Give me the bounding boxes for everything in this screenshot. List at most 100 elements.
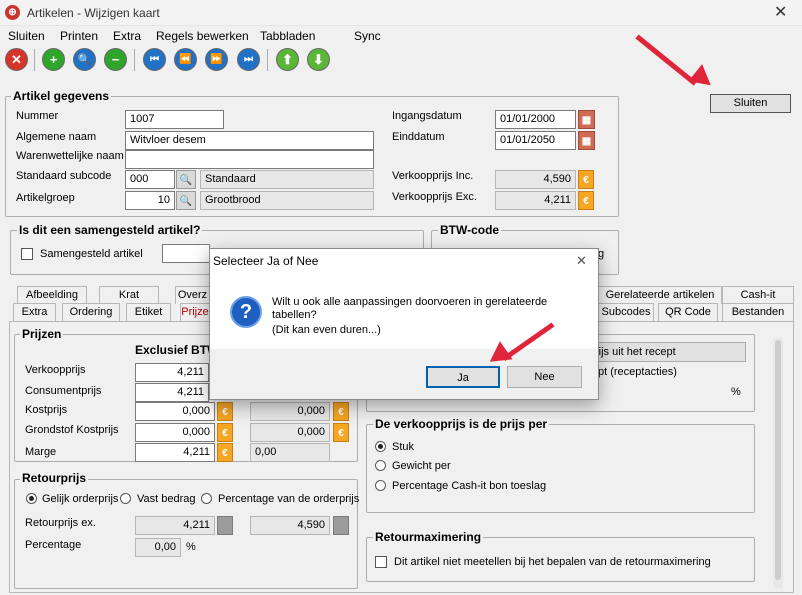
menu-tabbladen[interactable]: Tabbladen bbox=[260, 29, 315, 43]
artikelgroep-label: Artikelgroep bbox=[16, 192, 75, 204]
gewicht-per-label: Gewicht per bbox=[392, 460, 451, 472]
move-up-icon[interactable]: ⬆ bbox=[276, 48, 299, 71]
tab-qr-code[interactable]: QR Code bbox=[658, 303, 718, 321]
receptacties-label: pt (receptacties) bbox=[598, 366, 677, 378]
first-record-icon[interactable]: ⏮ bbox=[143, 48, 166, 71]
sluiten-button[interactable]: Sluiten bbox=[710, 94, 791, 113]
marge-incl-field: 0,00 bbox=[250, 443, 330, 462]
retourprijs-ex-field: 4,211 bbox=[135, 516, 215, 535]
euro-icon[interactable]: € bbox=[333, 423, 349, 442]
remove-icon[interactable]: − bbox=[104, 48, 127, 71]
verkoopprijs-inc-label: Verkoopprijs Inc. bbox=[392, 170, 474, 182]
grondstof-kostprijs-label: Grondstof Kostprijs bbox=[25, 424, 119, 436]
percentage-orderprijs-radio[interactable] bbox=[201, 493, 212, 504]
vast-bedrag-radio[interactable] bbox=[120, 493, 131, 504]
toolbar-separator bbox=[34, 49, 35, 71]
kostprijs-label: Kostprijs bbox=[25, 404, 68, 416]
close-record-icon[interactable]: ✕ bbox=[5, 48, 28, 71]
nummer-field[interactable]: 1007 bbox=[125, 110, 224, 129]
artikelgroep-lookup-icon[interactable]: 🔍 bbox=[176, 191, 196, 210]
cash-it-toeslag-label: Percentage Cash-it bon toeslag bbox=[392, 480, 547, 492]
tab-overzicht[interactable]: Overz bbox=[175, 286, 209, 304]
tab-prijzen[interactable]: Prijze bbox=[180, 303, 209, 321]
prijs-per-title: De verkoopprijs is de prijs per bbox=[373, 417, 550, 431]
no-button[interactable]: Nee bbox=[507, 366, 582, 388]
tab-ordering[interactable]: Ordering bbox=[62, 303, 120, 321]
scrollbar-thumb[interactable] bbox=[775, 340, 781, 580]
retourmaximering-checkbox[interactable] bbox=[375, 556, 387, 568]
menu-extra[interactable]: Extra bbox=[113, 29, 141, 43]
prijs-uit-recept-button[interactable]: rijs uit het recept bbox=[590, 342, 746, 362]
tab-subcodes[interactable]: Subcodes bbox=[598, 303, 654, 321]
euro-icon[interactable]: € bbox=[217, 443, 233, 462]
percentage-orderprijs-label: Percentage van de orderprijs bbox=[218, 493, 360, 505]
kostprijs-excl-field[interactable]: 0,000 bbox=[135, 402, 215, 421]
euro-icon[interactable]: € bbox=[333, 402, 349, 421]
previous-record-icon[interactable]: ⏪ bbox=[174, 48, 197, 71]
algemene-naam-field[interactable]: Witvloer desem bbox=[125, 131, 374, 150]
samengesteld-title: Is dit een samengesteld artikel? bbox=[17, 223, 203, 237]
verkoopprijs-exc-label: Verkoopprijs Exc. bbox=[392, 191, 477, 203]
marge-label: Marge bbox=[25, 446, 57, 458]
dialog-message: Wilt u ook alle aanpassingen doorvoeren … bbox=[272, 296, 548, 321]
gewicht-per-radio[interactable] bbox=[375, 460, 386, 471]
samengesteld-field[interactable] bbox=[162, 244, 210, 263]
dialog-close-button[interactable]: ✕ bbox=[576, 253, 587, 269]
artikelgroep-field[interactable]: 10 bbox=[125, 191, 175, 210]
annotation-arrowhead-sluiten bbox=[688, 64, 718, 94]
tab-afbeelding[interactable]: Afbeelding bbox=[17, 286, 87, 304]
menu-sluiten[interactable]: Sluiten bbox=[8, 29, 45, 43]
exclusief-btw-header: Exclusief BTW bbox=[135, 343, 209, 357]
algemene-naam-label: Algemene naam bbox=[16, 131, 97, 143]
samengesteld-checkbox[interactable] bbox=[21, 248, 33, 260]
percentage-sign: % bbox=[186, 541, 196, 553]
move-down-icon[interactable]: ⬇ bbox=[307, 48, 330, 71]
next-record-icon[interactable]: ⏩ bbox=[205, 48, 228, 71]
samengesteld-label: Samengesteld artikel bbox=[40, 248, 143, 260]
warenwettelijke-naam-field[interactable] bbox=[125, 150, 374, 169]
yes-button[interactable]: Ja bbox=[426, 366, 500, 388]
gelijk-orderprijs-radio[interactable] bbox=[26, 493, 37, 504]
consumentprijs-excl-field[interactable]: 4,211 bbox=[135, 383, 209, 402]
menu-sync[interactable]: Sync bbox=[354, 29, 381, 43]
window-close-button[interactable]: ✕ bbox=[774, 2, 787, 22]
last-record-icon[interactable]: ⏭ bbox=[237, 48, 260, 71]
tab-krat[interactable]: Krat bbox=[99, 286, 159, 304]
grondstof-kostprijs-excl-field[interactable]: 0,000 bbox=[135, 423, 215, 442]
euro-icon[interactable]: € bbox=[217, 402, 233, 421]
tab-cash-it[interactable]: Cash-it bbox=[722, 286, 794, 304]
vast-bedrag-label: Vast bedrag bbox=[137, 493, 196, 505]
stuk-radio[interactable] bbox=[375, 441, 386, 452]
tab-bestanden[interactable]: Bestanden bbox=[722, 303, 794, 321]
standaard-subcode-label: Standaard subcode bbox=[16, 170, 112, 182]
cash-it-toeslag-radio[interactable] bbox=[375, 480, 386, 491]
tab-extra[interactable]: Extra bbox=[13, 303, 56, 321]
consumentprijs-label: Consumentprijs bbox=[25, 385, 102, 397]
percent-label: % bbox=[731, 386, 741, 398]
stuk-label: Stuk bbox=[392, 441, 415, 453]
toolbar-separator bbox=[267, 49, 268, 71]
retourprijs-inc-field: 4,590 bbox=[250, 516, 330, 535]
menu-printen[interactable]: Printen bbox=[60, 29, 98, 43]
tab-etiket[interactable]: Etiket bbox=[126, 303, 171, 321]
retourmaximering-label: Dit artikel niet meetellen bij het bepal… bbox=[394, 556, 711, 568]
add-icon[interactable]: + bbox=[42, 48, 65, 71]
euro-icon[interactable]: € bbox=[578, 191, 594, 210]
einddatum-field[interactable]: 01/01/2050 bbox=[495, 131, 576, 150]
subcode-name-field: Standaard bbox=[200, 170, 374, 189]
calendar-icon[interactable]: ▦ bbox=[578, 110, 595, 129]
euro-icon[interactable]: € bbox=[578, 170, 594, 189]
standaard-subcode-field[interactable]: 000 bbox=[125, 170, 175, 189]
verkoopprijs-excl-field[interactable]: 4,211 bbox=[135, 363, 209, 382]
euro-icon[interactable]: € bbox=[217, 423, 233, 442]
ingangsdatum-field[interactable]: 01/01/2000 bbox=[495, 110, 576, 129]
calendar-icon[interactable]: ▦ bbox=[578, 131, 595, 150]
title-bar: ⊕ Artikelen - Wijzigen kaart ✕ bbox=[0, 0, 802, 26]
btw-code-title: BTW-code bbox=[438, 223, 502, 237]
menu-regels-bewerken[interactable]: Regels bewerken bbox=[156, 29, 249, 43]
subcode-lookup-icon[interactable]: 🔍 bbox=[176, 170, 196, 189]
marge-excl-field[interactable]: 4,211 bbox=[135, 443, 215, 462]
search-icon[interactable]: 🔍 bbox=[73, 48, 96, 71]
confirm-dialog: Selecteer Ja of Nee ✕ ? Wilt u ook alle … bbox=[209, 248, 599, 400]
tab-gerelateerde-artikelen[interactable]: Gerelateerde artikelen bbox=[598, 286, 722, 304]
